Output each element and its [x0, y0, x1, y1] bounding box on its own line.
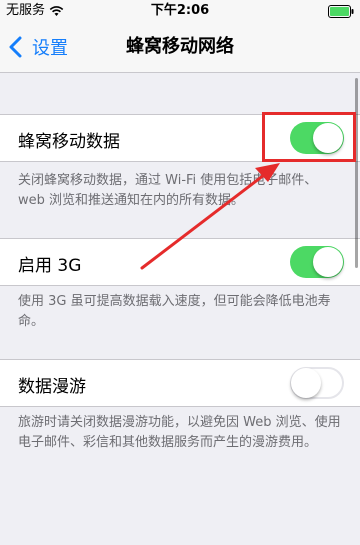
annotation-arrow — [140, 163, 280, 270]
